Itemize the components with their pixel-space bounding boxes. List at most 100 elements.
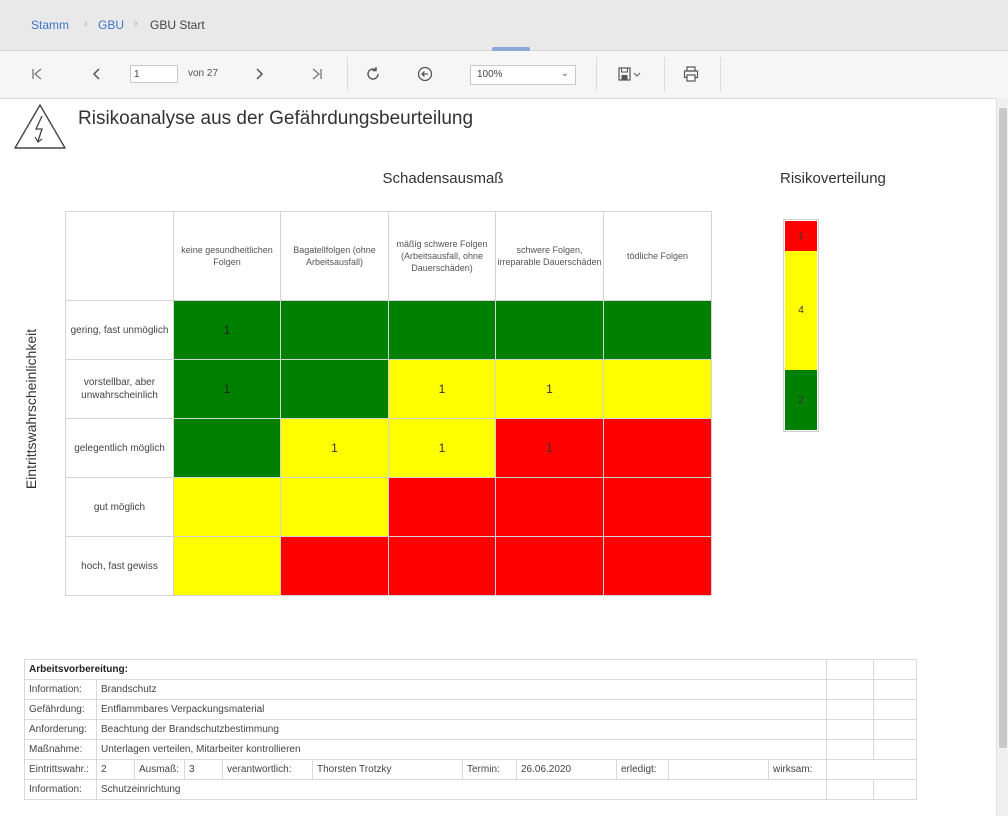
details-label: verantwortlich:: [222, 759, 313, 780]
electrical-hazard-warning-icon: [14, 104, 66, 149]
matrix-cell: [173, 418, 281, 478]
scrollbar-thumb[interactable]: [999, 108, 1007, 748]
details-cell: [873, 779, 918, 800]
chevron-left-icon: [92, 68, 100, 80]
previous-page-button[interactable]: [82, 59, 112, 89]
matrix-cell: [495, 477, 604, 537]
details-cell: [873, 699, 918, 720]
matrix-cell: 1: [495, 418, 604, 478]
matrix-row-header: gering, fast unmöglich: [65, 300, 174, 360]
save-icon: [618, 67, 641, 81]
matrix-cell: [603, 359, 712, 419]
page-number-input[interactable]: [130, 65, 178, 83]
details-cell: [873, 659, 918, 680]
toolbar-divider: [347, 57, 348, 91]
due-date-value: 26.06.2020: [516, 759, 617, 780]
details-heading: Arbeitsvorbereitung:: [23, 659, 828, 680]
matrix-column-header: keine gesundheitlichen Folgen: [173, 211, 281, 301]
done-value: [668, 759, 769, 780]
details-cell: [873, 719, 918, 740]
details-cell: [873, 679, 918, 700]
breadcrumb-separator: ›: [134, 18, 138, 30]
matrix-cell: 1: [173, 300, 281, 360]
matrix-row: gering, fast unmöglich 1: [65, 300, 712, 360]
breadcrumb-separator: ›: [84, 18, 88, 30]
breadcrumb-gbu[interactable]: GBU: [98, 18, 124, 32]
details-label: Information:: [24, 779, 97, 800]
details-row: Gefährdung: Entflammbares Verpackungsmate…: [24, 699, 918, 720]
distribution-segment-green: 2: [785, 370, 817, 430]
distribution-segment-yellow: 4: [785, 251, 817, 370]
details-value: Brandschutz: [95, 679, 828, 700]
first-page-icon: [32, 68, 42, 80]
details-value: Beachtung der Brandschutzbestimmung: [95, 719, 828, 740]
details-label: erledigt:: [616, 759, 669, 780]
distribution-segment-red: 1: [785, 221, 817, 251]
responsible-value: Thorsten Trotzky: [312, 759, 463, 780]
print-button[interactable]: [676, 59, 706, 89]
matrix-cell: [603, 536, 712, 596]
breadcrumb-stamm[interactable]: Stamm: [31, 18, 69, 32]
matrix-row-header: gut möglich: [65, 477, 174, 537]
toolbar-divider: [664, 57, 665, 91]
probability-axis-label: Eintrittswahrscheinlichkeit: [20, 244, 42, 574]
matrix-corner: [65, 211, 174, 301]
matrix-column-header: mäßig schwere Folgen (Arbeitsausfall, oh…: [388, 211, 496, 301]
vertical-scrollbar[interactable]: [996, 98, 1008, 816]
matrix-cell: [388, 300, 496, 360]
details-row: Information: Brandschutz: [24, 679, 918, 700]
details-row: Anforderung: Beachtung der Brandschutzbes…: [24, 719, 918, 740]
matrix-row-header: vorstellbar, aber unwahrscheinlich: [65, 359, 174, 419]
details-label: Gefährdung:: [24, 699, 97, 720]
details-label: Information:: [24, 679, 97, 700]
details-value: Unterlagen verteilen, Mitarbeiter kontro…: [95, 739, 828, 760]
matrix-column-header: tödliche Folgen: [603, 211, 712, 301]
zoom-value: 100%: [477, 69, 503, 80]
next-page-button[interactable]: [244, 59, 274, 89]
toolbar-divider: [720, 57, 721, 91]
matrix-cell: [495, 536, 604, 596]
matrix-cell: [280, 359, 389, 419]
matrix-cell: [280, 477, 389, 537]
breadcrumb-bar: Stamm › GBU › GBU Start: [0, 0, 1008, 51]
distribution-heading: Risikoverteilung: [780, 170, 886, 187]
probability-axis-text: Eintrittswahrscheinlichkeit: [23, 328, 39, 490]
details-label: Anforderung:: [24, 719, 97, 740]
details-value: Schutzeinrichtung: [95, 779, 828, 800]
back-button[interactable]: [410, 59, 440, 89]
details-cell: [826, 679, 875, 700]
zoom-select[interactable]: 100% ⌄: [470, 65, 576, 85]
matrix-column-header: schwere Folgen, irreparable Dauerschäden: [495, 211, 604, 301]
matrix-cell: 1: [173, 359, 281, 419]
probability-value: 2: [96, 759, 135, 780]
save-export-button[interactable]: [608, 59, 652, 89]
first-page-button[interactable]: [22, 59, 52, 89]
effective-value: [826, 759, 918, 780]
last-page-button[interactable]: [302, 59, 332, 89]
matrix-cell: [603, 477, 712, 537]
details-label: Eintrittswahr.:: [24, 759, 97, 780]
refresh-button[interactable]: [358, 59, 388, 89]
details-cell: [826, 739, 875, 760]
matrix-cell: [280, 300, 389, 360]
matrix-row-header: gelegentlich möglich: [65, 418, 174, 478]
details-value: Entflammbares Verpackungsmaterial: [95, 699, 828, 720]
chevron-down-icon: ⌄: [560, 68, 569, 79]
refresh-icon: [367, 67, 379, 80]
risk-distribution-bar: 142: [783, 219, 819, 432]
matrix-cell: 1: [388, 418, 496, 478]
matrix-cell: [495, 300, 604, 360]
details-label: Ausmaß:: [134, 759, 185, 780]
matrix-body: gering, fast unmöglich 1 vorstellbar, aber…: [65, 300, 712, 596]
report-toolbar: von 27 100% ⌄: [0, 51, 1008, 99]
impact-value: 3: [184, 759, 223, 780]
toolbar-divider: [596, 57, 597, 91]
details-label: Termin:: [462, 759, 517, 780]
matrix-cell: [280, 536, 389, 596]
matrix-cell: 1: [495, 359, 604, 419]
matrix-cell: 1: [280, 418, 389, 478]
matrix-row: hoch, fast gewiss: [65, 536, 712, 596]
matrix-cell: [603, 300, 712, 360]
matrix-cell: [173, 536, 281, 596]
details-row: Maßnahme: Unterlagen verteilen, Mitarbeit…: [24, 739, 918, 760]
